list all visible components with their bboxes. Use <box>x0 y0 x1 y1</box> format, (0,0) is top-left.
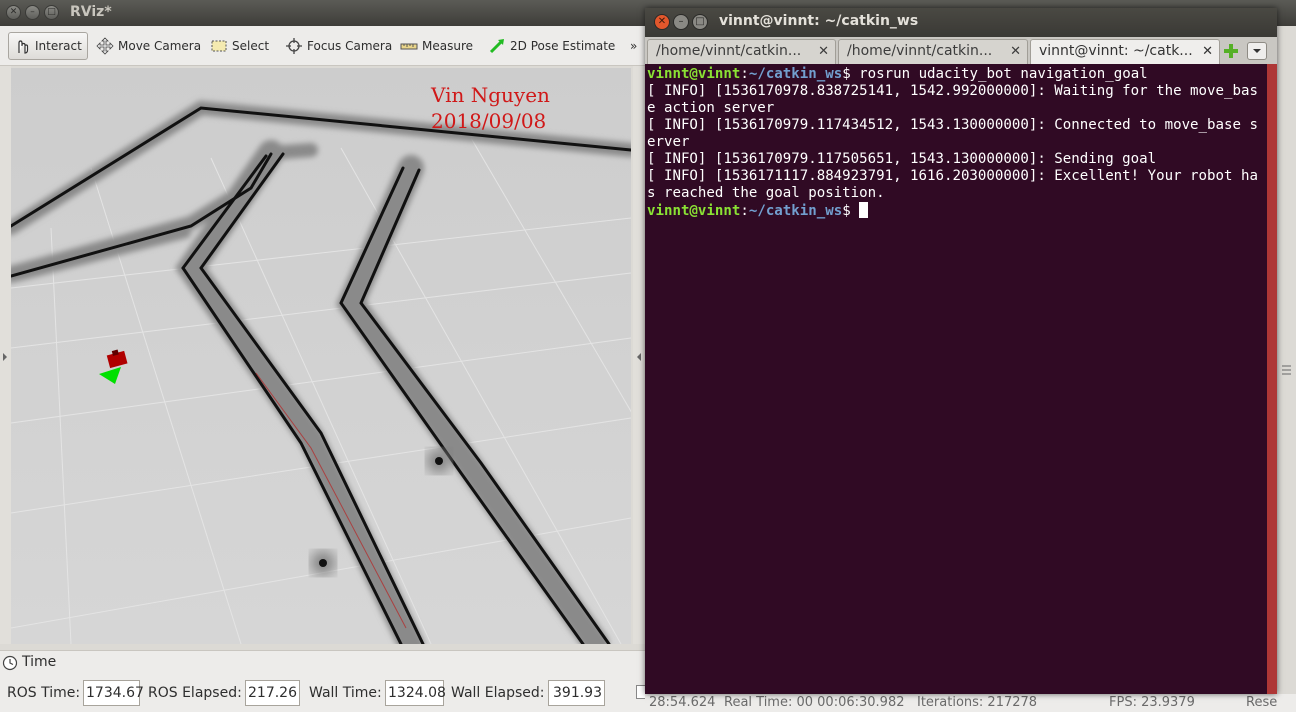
wall-elapsed-field[interactable]: 391.93 <box>548 680 605 706</box>
time-panel-title: Time <box>22 654 57 670</box>
measure-tool-button[interactable]: Measure <box>396 32 477 60</box>
right-panel-splitter[interactable] <box>633 66 645 644</box>
clock-icon <box>2 655 18 671</box>
terminal-tab-label: /home/vinnt/catkin... <box>847 43 993 59</box>
rviz-render-area: Vin Nguyen 2018/09/08 <box>0 66 645 650</box>
terminal-window-title: vinnt@vinnt: ~/catkin_ws <box>719 13 919 29</box>
status-fps: FPS: 23.9379 <box>1109 695 1195 710</box>
measure-icon <box>400 43 418 50</box>
terminal-tab-label: vinnt@vinnt: ~/catk... <box>1039 43 1193 59</box>
terminal-scrollbar[interactable] <box>1267 64 1277 694</box>
interact-tool-label: Interact <box>35 39 82 53</box>
move-camera-tool-button[interactable]: Move Camera <box>92 32 205 60</box>
terminal-close-button[interactable]: ✕ <box>654 14 670 30</box>
terminal-maximize-button[interactable]: □ <box>692 14 708 30</box>
prompt-user: vinnt@vinnt <box>647 66 741 82</box>
terminal-tab-label: /home/vinnt/catkin... <box>656 43 802 59</box>
reset-button[interactable]: Rese <box>1246 695 1277 710</box>
terminal-title-bar: ✕ – □ vinnt@vinnt: ~/catkin_ws <box>645 8 1277 37</box>
wall-elapsed-label: Wall Elapsed: <box>451 685 545 701</box>
obstacle-core <box>319 559 327 567</box>
pose-estimate-icon <box>489 39 504 54</box>
rviz-right-edge <box>1277 26 1296 712</box>
log-line: [ INFO] [1536170979.117505651, 1543.1300… <box>647 151 1157 167</box>
command-text: rosrun udacity_bot navigation_goal <box>850 66 1148 82</box>
wall-time-field[interactable]: 1324.08 <box>385 680 446 706</box>
left-panel-splitter[interactable] <box>0 66 11 644</box>
prompt-path: ~/catkin_ws <box>748 66 843 82</box>
splitter-arrow-icon <box>3 353 7 361</box>
log-line: [ INFO] [1536170979.117434512, 1543.1300… <box>647 117 1258 150</box>
move-camera-icon <box>96 37 114 55</box>
close-tab-icon[interactable]: ✕ <box>818 40 829 63</box>
new-tab-icon[interactable] <box>1223 43 1239 59</box>
status-real-time: Real Time: 00 00:06:30.982 <box>724 695 905 710</box>
prompt-line: vinnt@vinnt:~/catkin_ws$ <box>647 202 1265 220</box>
focus-camera-tool-label: Focus Camera <box>307 39 393 53</box>
wall-time-label: Wall Time: <box>309 685 382 701</box>
splitter-handle-icon[interactable] <box>1277 356 1296 386</box>
desktop: ✕ – □ RViz* Interact Move Camera Select … <box>0 0 1296 712</box>
rviz-minimize-button[interactable]: – <box>25 5 40 20</box>
pose-estimate-tool-label: 2D Pose Estimate <box>510 39 616 53</box>
tab-menu-button[interactable] <box>1247 42 1267 60</box>
focus-camera-icon <box>286 38 302 54</box>
select-tool-label: Select <box>232 39 270 53</box>
log-line: [ INFO] [1536170978.838725141, 1542.9920… <box>647 83 1258 116</box>
3d-viewport[interactable]: Vin Nguyen 2018/09/08 <box>11 68 631 644</box>
ros-time-label: ROS Time: <box>7 685 81 701</box>
close-tab-icon[interactable]: ✕ <box>1202 40 1213 63</box>
watermark-name: Vin Nguyen <box>431 83 550 107</box>
ros-elapsed-label: ROS Elapsed: <box>148 685 242 701</box>
close-tab-icon[interactable]: ✕ <box>1010 40 1021 63</box>
move-camera-tool-label: Move Camera <box>118 39 202 53</box>
rviz-status-bar: 28:54.624 Real Time: 00 00:06:30.982 Ite… <box>645 694 1296 712</box>
terminal-minimize-button[interactable]: – <box>673 14 689 30</box>
select-icon <box>211 40 227 52</box>
obstacle-core <box>435 457 443 465</box>
map-render <box>11 68 631 644</box>
time-panel: ROS Time: 1734.67 ROS Elapsed: 217.26 Wa… <box>0 674 650 712</box>
select-tool-button[interactable]: Select <box>206 32 273 60</box>
status-time-fragment: 28:54.624 <box>649 695 716 710</box>
terminal-window: ✕ – □ vinnt@vinnt: ~/catkin_ws /home/vin… <box>645 8 1277 694</box>
splitter-arrow-icon <box>637 353 641 361</box>
log-line: [ INFO] [1536171117.884923791, 1616.2030… <box>647 168 1258 201</box>
rviz-maximize-button[interactable]: □ <box>44 5 59 20</box>
terminal-tab-2[interactable]: /home/vinnt/catkin... ✕ <box>838 39 1028 64</box>
rviz-toolbar: Interact Move Camera Select Focus Camera… <box>0 26 650 66</box>
time-panel-header: Time <box>0 650 650 674</box>
terminal-tab-1[interactable]: /home/vinnt/catkin... ✕ <box>647 39 836 64</box>
prompt-user: vinnt@vinnt <box>647 203 741 219</box>
interact-icon <box>18 40 29 54</box>
terminal-cursor <box>859 202 869 218</box>
status-iterations: Iterations: 217278 <box>917 695 1038 710</box>
measure-tool-label: Measure <box>422 39 473 53</box>
terminal-tab-bar: /home/vinnt/catkin... ✕ /home/vinnt/catk… <box>645 37 1277 64</box>
chevron-down-icon <box>1253 49 1261 53</box>
toolbar-overflow-button[interactable]: » <box>630 32 637 60</box>
focus-camera-tool-button[interactable]: Focus Camera <box>281 32 396 60</box>
terminal-tab-3[interactable]: vinnt@vinnt: ~/catk... ✕ <box>1030 39 1220 64</box>
watermark-text: Vin Nguyen 2018/09/08 <box>431 82 550 134</box>
ros-elapsed-field[interactable]: 217.26 <box>245 680 300 706</box>
prompt-path: ~/catkin_ws <box>748 203 843 219</box>
interact-tool-button[interactable]: Interact <box>8 32 88 60</box>
rviz-close-button[interactable]: ✕ <box>6 5 21 20</box>
pose-estimate-tool-button[interactable]: 2D Pose Estimate <box>484 32 619 60</box>
ros-time-field[interactable]: 1734.67 <box>83 680 144 706</box>
watermark-date: 2018/09/08 <box>431 109 547 133</box>
terminal-output[interactable]: vinnt@vinnt:~/catkin_ws$ rosrun udacity_… <box>645 64 1267 694</box>
rviz-window-title: RViz* <box>70 4 112 20</box>
command-line: vinnt@vinnt:~/catkin_ws$ rosrun udacity_… <box>647 66 1148 82</box>
